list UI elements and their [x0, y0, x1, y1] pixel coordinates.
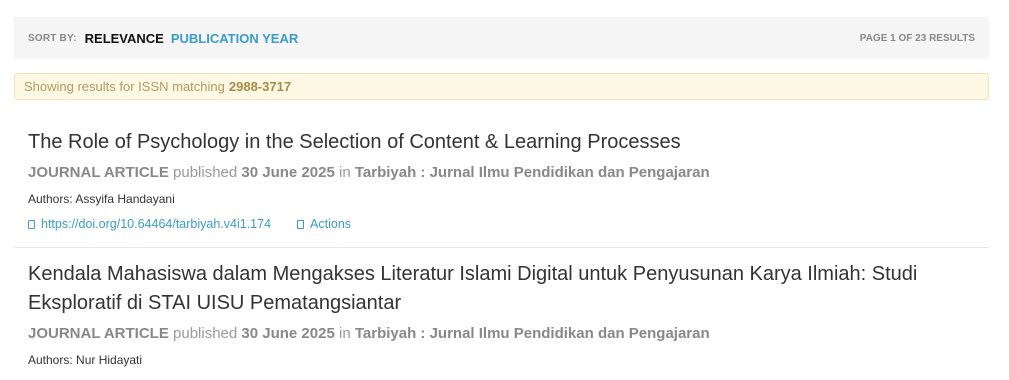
result-journal[interactable]: Tarbiyah : Jurnal Ilmu Pendidikan dan Pe…	[355, 164, 710, 181]
actions-link-label[interactable]: Actions	[310, 217, 351, 231]
result-date: 30 June 2025	[241, 164, 335, 181]
result-type: JOURNAL ARTICLE	[28, 164, 169, 181]
result-authors: Authors: Nur Hidayati	[28, 353, 143, 367]
notice-text: Showing results for ISSN matching	[24, 79, 225, 94]
result-links: https://doi.org/10.64464/tarbiyah.v4i1.1…	[28, 217, 989, 231]
doi-link-label[interactable]: https://doi.org/10.64464/tarbiyah.v4i1.1…	[41, 217, 271, 231]
result-meta: JOURNAL ARTICLE published 30 June 2025 i…	[28, 164, 989, 181]
sort-bar: SORT BY: RELEVANCE PUBLICATION YEAR PAGE…	[14, 17, 989, 59]
page-info: PAGE 1 OF 23 RESULTS	[859, 32, 975, 44]
result-item: The Role of Psychology in the Selection …	[14, 128, 989, 231]
published-word: published	[173, 164, 238, 181]
result-item: Kendala Mahasiswa dalam Mengakses Litera…	[14, 260, 989, 367]
issn-notice: Showing results for ISSN matching 2988-3…	[14, 73, 989, 100]
actions-icon	[297, 219, 305, 229]
doi-link[interactable]: https://doi.org/10.64464/tarbiyah.v4i1.1…	[28, 217, 271, 231]
actions-link[interactable]: Actions	[297, 217, 351, 231]
result-type: JOURNAL ARTICLE	[28, 325, 169, 342]
result-title[interactable]: Kendala Mahasiswa dalam Mengakses Litera…	[28, 260, 989, 318]
result-meta: JOURNAL ARTICLE published 30 June 2025 i…	[28, 325, 989, 342]
sort-publication-year-option[interactable]: PUBLICATION YEAR	[171, 31, 298, 46]
result-journal[interactable]: Tarbiyah : Jurnal Ilmu Pendidikan dan Pe…	[355, 325, 710, 342]
notice-issn: 2988-3717	[228, 79, 292, 94]
sort-by-label: SORT BY:	[28, 32, 77, 44]
result-authors: Authors: Assyifa Handayani	[28, 192, 175, 206]
in-word: in	[338, 164, 351, 181]
in-word: in	[338, 325, 351, 342]
result-title[interactable]: The Role of Psychology in the Selection …	[28, 128, 989, 157]
result-divider	[14, 247, 989, 248]
link-icon	[28, 219, 35, 229]
published-word: published	[173, 325, 238, 342]
sort-relevance-option[interactable]: RELEVANCE	[85, 31, 164, 46]
result-date: 30 June 2025	[241, 325, 335, 342]
